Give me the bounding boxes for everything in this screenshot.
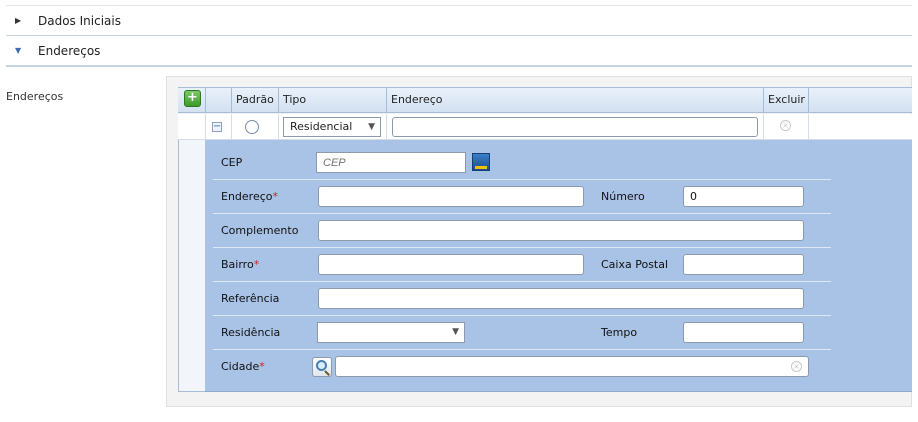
magnifier-icon[interactable]	[312, 357, 332, 377]
section-dados-iniciais[interactable]: ▶ Dados Iniciais	[6, 5, 912, 36]
tempo-input[interactable]	[683, 322, 804, 343]
row-divider	[278, 114, 279, 140]
endereco-input[interactable]	[318, 186, 584, 207]
correios-search-icon[interactable]	[472, 153, 490, 171]
endereco-label: Endereço*	[221, 190, 278, 203]
numero-input[interactable]: 0	[683, 186, 804, 207]
cep-input[interactable]	[316, 152, 466, 173]
referencia-label: Referência	[221, 292, 280, 305]
bairro-input[interactable]	[318, 254, 584, 275]
cidade-input[interactable]: ×	[335, 356, 809, 377]
row-divider	[808, 114, 809, 140]
add-icon[interactable]: +	[184, 90, 201, 107]
row-endereco-input[interactable]	[392, 117, 758, 137]
section-label: Endereços	[38, 43, 101, 58]
cidade-label: Cidade*	[221, 360, 265, 373]
caixa-postal-input[interactable]	[683, 254, 804, 275]
tipo-select-value: Residencial	[290, 120, 353, 133]
row-divider	[763, 114, 764, 140]
chevron-down-icon: ▼	[368, 122, 375, 132]
clear-icon[interactable]: ×	[791, 361, 802, 372]
numero-label: Número	[601, 190, 645, 203]
complemento-label: Complemento	[221, 224, 299, 237]
tempo-label: Tempo	[601, 326, 638, 339]
header-endereco[interactable]: Endereço	[386, 87, 763, 113]
chevron-right-icon: ▶	[15, 16, 22, 25]
header-padrao[interactable]: Padrão	[231, 87, 278, 113]
handle-shape	[324, 370, 330, 376]
delete-icon[interactable]: ×	[780, 120, 791, 131]
row-divider	[205, 114, 206, 140]
required-asterisk: *	[272, 190, 279, 203]
form-row-cep	[213, 146, 831, 180]
padrao-radio[interactable]	[245, 120, 259, 134]
row-divider	[386, 114, 387, 140]
required-asterisk: *	[259, 360, 265, 373]
tipo-select[interactable]: Residencial ▼	[283, 117, 381, 137]
collapse-icon[interactable]: −	[212, 122, 222, 132]
chevron-down-icon: ▼	[15, 46, 22, 55]
row-divider	[231, 114, 232, 140]
residencia-label: Residência	[221, 326, 281, 339]
detail-gutter	[178, 140, 205, 392]
header-filler	[808, 87, 912, 113]
header-expand-col	[205, 87, 232, 113]
caixa-postal-label: Caixa Postal	[601, 258, 669, 271]
referencia-input[interactable]	[318, 288, 804, 309]
residencia-select[interactable]: ▼	[317, 322, 465, 343]
required-asterisk: *	[253, 258, 260, 271]
cep-label: CEP	[221, 156, 243, 169]
complemento-input[interactable]	[318, 220, 804, 241]
bairro-label: Bairro*	[221, 258, 260, 271]
field-label-enderecos: Endereços	[6, 90, 64, 103]
header-excluir[interactable]: Excluir	[763, 87, 808, 113]
section-label: Dados Iniciais	[38, 13, 121, 28]
section-enderecos[interactable]: ▼ Endereços	[6, 36, 912, 67]
header-tipo[interactable]: Tipo	[278, 87, 386, 113]
chevron-down-icon: ▼	[452, 327, 459, 337]
